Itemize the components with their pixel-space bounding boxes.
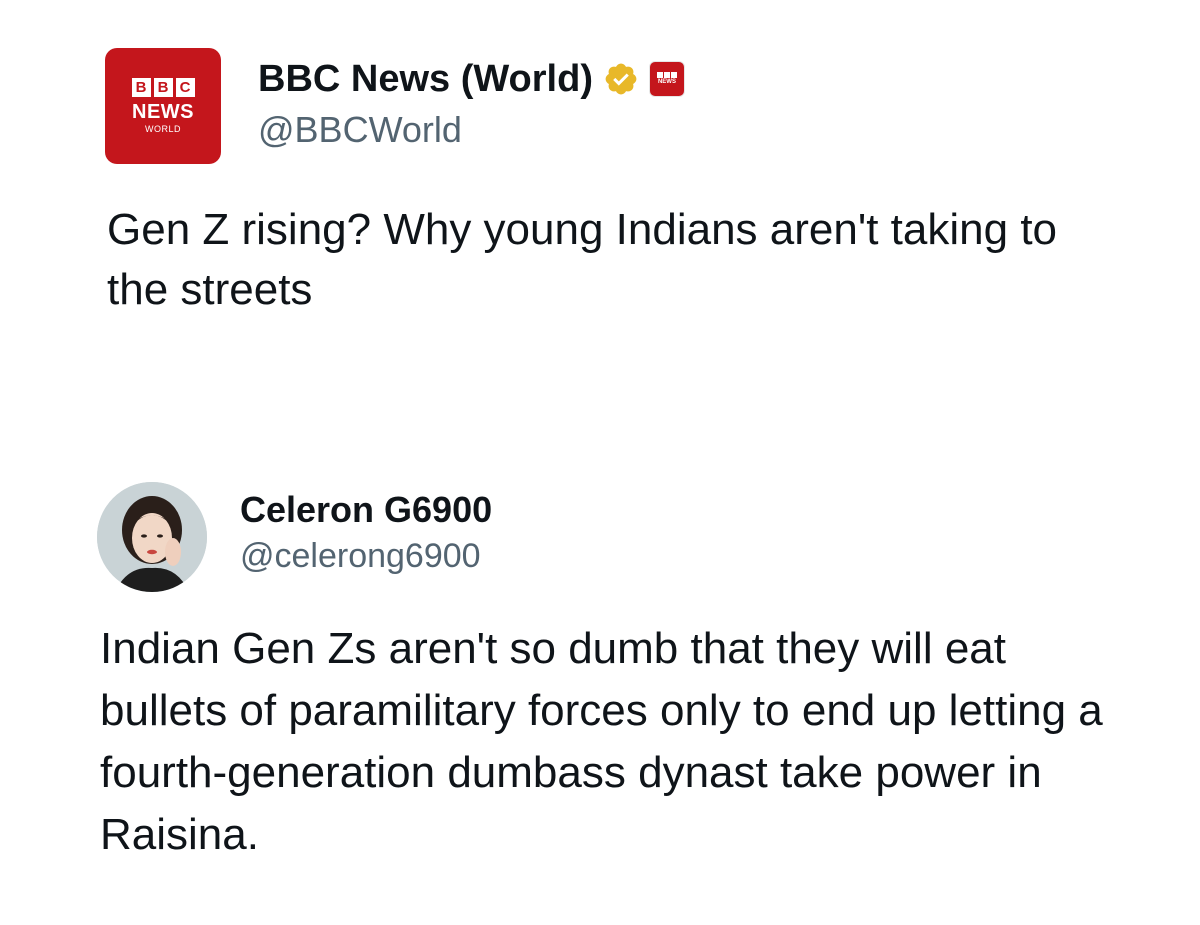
tweet-text: Gen Z rising? Why young Indians aren't t…	[107, 205, 1058, 314]
author-display-name[interactable]: BBC News (World)	[258, 56, 593, 102]
bbc-logo-world-text: WORLD	[145, 123, 181, 134]
affiliate-badge-text: NEWS	[657, 79, 676, 85]
bbc-logo-news-text: NEWS	[132, 100, 194, 123]
author-handle[interactable]: @BBCWorld	[258, 108, 462, 152]
reply-author-name-row[interactable]: Celeron G6900	[240, 488, 492, 532]
gold-verified-checkmark-icon	[605, 63, 637, 95]
bbc-news-avatar[interactable]: B B C NEWS WORLD	[105, 48, 221, 164]
bbc-logo-blocks: B B C	[131, 77, 195, 97]
reply-tweet-text: Indian Gen Zs aren't so dumb that they w…	[100, 624, 1103, 859]
bbc-logo-block: B	[153, 77, 173, 97]
bbc-logo-block: B	[131, 77, 151, 97]
author-name-row[interactable]: BBC News (World) NEWS	[258, 56, 685, 102]
bbc-logo-block: C	[175, 77, 195, 97]
profile-photo-avatar[interactable]	[97, 482, 207, 592]
avatar-portrait-icon	[97, 482, 207, 592]
bbc-news-affiliate-badge-icon[interactable]: NEWS	[648, 61, 685, 97]
reply-author-handle[interactable]: @celerong6900	[240, 534, 481, 578]
reply-author-display-name[interactable]: Celeron G6900	[240, 488, 492, 532]
